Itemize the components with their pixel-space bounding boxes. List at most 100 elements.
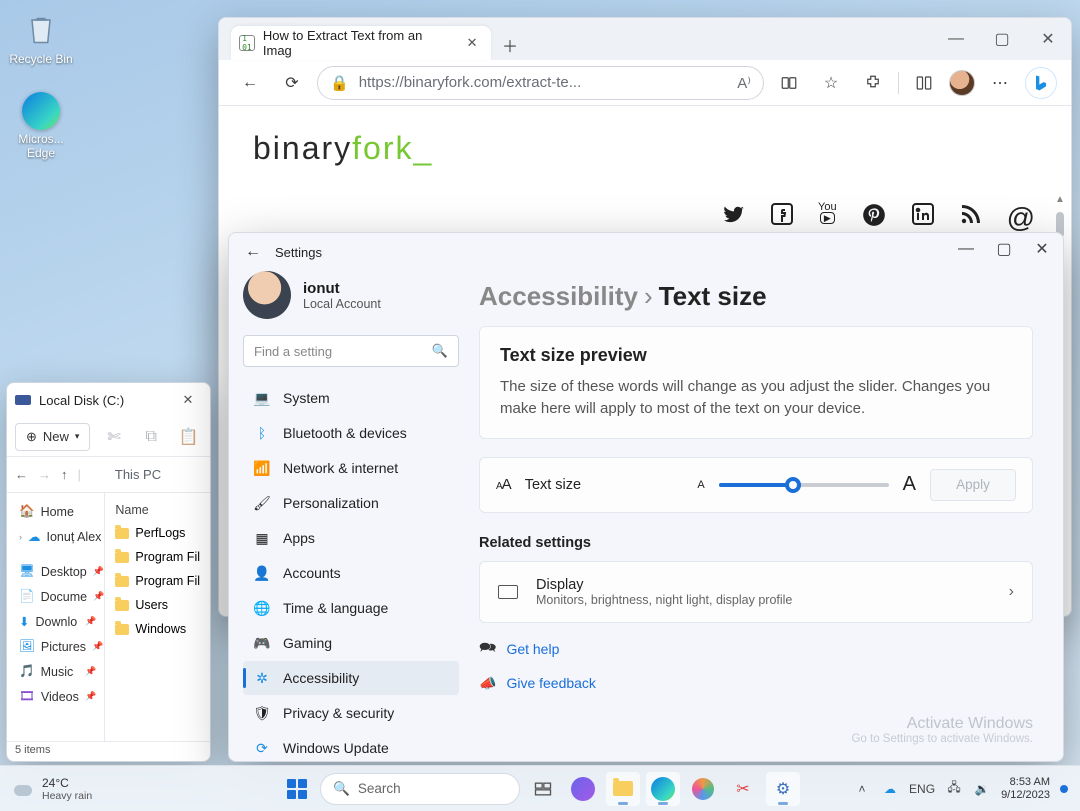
volume-tray-icon[interactable]: 🔉 [973,780,991,798]
close-tab-icon[interactable]: ✕ [174,386,202,414]
new-tab-button[interactable]: ＋ [495,30,525,60]
twitter-icon[interactable] [720,202,746,235]
nav-forward-button[interactable]: → [38,467,51,482]
nav-network[interactable]: 📶Network & internet [243,451,459,485]
list-item[interactable]: Program Fil [109,569,206,593]
desktop-icon-edge[interactable]: Micros... Edge [6,92,76,160]
plus-icon: ⊕ [26,429,37,445]
tray-chevron-up-icon[interactable]: ˄ [853,780,871,798]
paste-icon[interactable]: 📋 [175,423,202,451]
nav-up-button[interactable]: ↑ [61,467,68,482]
list-item[interactable]: Users [109,593,206,617]
address-bar[interactable]: 🔒 https://binaryfork.com/extract-te... A… [317,66,764,100]
accessibility-icon: ✲ [253,669,271,687]
desktop-icon-recycle-bin[interactable]: Recycle Bin [6,8,76,66]
start-button[interactable] [280,772,314,806]
nav-update[interactable]: ⟳Windows Update [243,731,459,762]
sidebar-item-pictures[interactable]: 🖼Pictures📌 [11,634,100,659]
scroll-up-icon[interactable]: ▲ [1053,194,1067,208]
site-logo[interactable]: binaryfork_ [253,130,1037,169]
translate-icon[interactable] [772,66,806,100]
globe-icon: 🌐 [253,599,271,617]
minimize-button[interactable]: — [933,18,979,60]
nav-back-button[interactable]: ← [15,467,28,482]
task-view-button[interactable] [526,772,560,806]
maximize-button[interactable]: ▢ [979,18,1025,60]
weather-widget[interactable]: 24°C Heavy rain [0,776,92,802]
edge-app-icon[interactable] [646,772,680,806]
linkedin-icon[interactable] [911,202,935,235]
extensions-icon[interactable] [856,66,890,100]
language-indicator[interactable]: ENG [909,780,935,798]
sidebar-item-documents[interactable]: 📄Docume📌 [11,584,100,609]
bing-chat-button[interactable] [1025,67,1057,99]
new-button[interactable]: ⊕ New ▾ [15,423,90,451]
nav-accounts[interactable]: 👤Accounts [243,556,459,590]
slider-thumb[interactable] [785,477,801,493]
nav-time[interactable]: 🌐Time & language [243,591,459,625]
split-screen-icon[interactable] [907,66,941,100]
pinterest-icon[interactable] [861,202,887,235]
nav-gaming[interactable]: 🎮Gaming [243,626,459,660]
youtube-icon[interactable]: You▶ [818,202,837,235]
close-tab-button[interactable]: ✕ [463,34,481,52]
maximize-button[interactable]: ▢ [987,235,1021,263]
display-settings-link[interactable]: Display Monitors, brightness, night ligh… [479,561,1033,623]
column-header-name[interactable]: Name [109,499,206,521]
browser-tab[interactable]: 101 How to Extract Text from an Imag ✕ [231,26,491,60]
back-button[interactable]: ← [233,66,267,100]
account-card[interactable]: ionut Local Account [243,271,459,319]
sidebar-item-music[interactable]: 🎵Music📌 [11,659,100,684]
nav-privacy[interactable]: 🛡Privacy & security [243,696,459,730]
more-menu-button[interactable]: ⋯ [983,66,1017,100]
get-help-link[interactable]: 🗪Get help [479,637,1033,661]
apply-button[interactable]: Apply [930,469,1016,501]
nav-bluetooth[interactable]: ᛒBluetooth & devices [243,416,459,450]
list-item[interactable]: PerfLogs [109,521,206,545]
chat-app-icon[interactable] [566,772,600,806]
sidebar-item-downloads[interactable]: ⬇Downlo📌 [11,609,100,634]
facebook-icon[interactable] [770,202,794,235]
copy-icon[interactable]: ⧉ [138,423,165,451]
snipping-tool-icon[interactable]: ✂ [726,772,760,806]
list-item[interactable]: Windows [109,617,206,641]
settings-app-icon[interactable]: ⚙ [766,772,800,806]
give-feedback-link[interactable]: 📣Give feedback [479,675,1033,692]
breadcrumb[interactable]: This PC [115,467,161,482]
notification-badge[interactable] [1060,785,1068,793]
close-button[interactable]: ✕ [1025,235,1059,263]
text-size-slider[interactable] [719,483,889,487]
cut-icon[interactable]: ✄ [100,423,127,451]
desktop-icon-label: Micros... Edge [6,132,76,160]
list-item[interactable]: Program Fil [109,545,206,569]
sidebar-item-home[interactable]: 🏠Home [11,499,100,524]
nav-accessibility[interactable]: ✲Accessibility [243,661,459,695]
read-aloud-icon[interactable]: A⁾ [737,74,751,92]
back-button[interactable]: ← [241,243,265,261]
profile-avatar[interactable] [949,70,975,96]
close-button[interactable]: ✕ [1025,18,1071,60]
weather-cond: Heavy rain [42,790,92,802]
page-title: Text size [659,281,767,311]
taskbar-search[interactable]: 🔍 Search [320,773,520,805]
search-input[interactable]: Find a setting 🔍 [243,335,459,367]
paint-app-icon[interactable] [686,772,720,806]
rss-icon[interactable] [959,202,983,235]
onedrive-tray-icon[interactable]: ☁ [881,780,899,798]
sidebar-item-desktop[interactable]: 🖥Desktop📌 [11,559,100,584]
fe-titlebar[interactable]: Local Disk (C:) ✕ [7,383,210,417]
refresh-button[interactable]: ⟳ [275,66,309,100]
taskbar-clock[interactable]: 8:53 AM 9/12/2023 [1001,776,1050,801]
settings-titlebar[interactable]: ← Settings — ▢ ✕ [229,233,1063,271]
nav-system[interactable]: 💻System [243,381,459,415]
network-tray-icon[interactable]: 🖧 [945,780,963,798]
minimize-button[interactable]: — [949,235,983,263]
email-icon[interactable]: @ [1007,202,1035,235]
sidebar-item-onedrive[interactable]: ›☁Ionuț Alex [11,524,100,549]
favorite-icon[interactable]: ☆ [814,66,848,100]
sidebar-item-videos[interactable]: 🎞Videos📌 [11,684,100,709]
nav-personalization[interactable]: 🖌Personalization [243,486,459,520]
nav-apps[interactable]: ▦Apps [243,521,459,555]
crumb-parent[interactable]: Accessibility [479,281,638,311]
explorer-app-icon[interactable] [606,772,640,806]
